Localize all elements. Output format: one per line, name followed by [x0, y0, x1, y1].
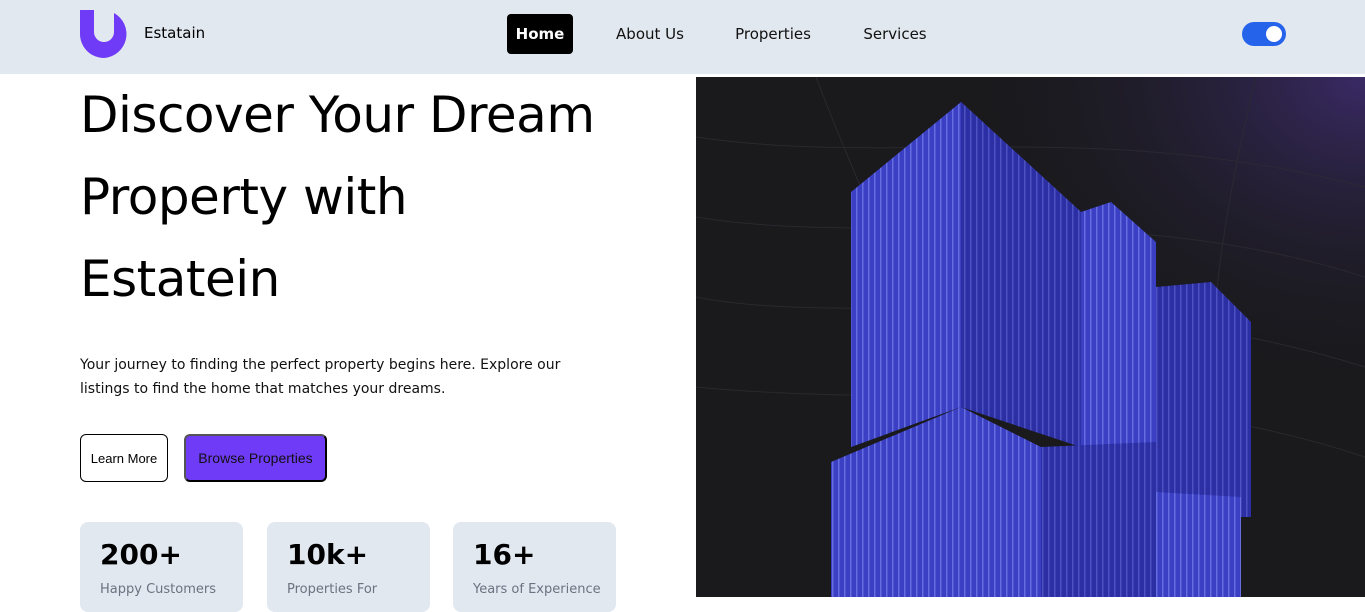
learn-more-button[interactable]: Learn More — [80, 434, 168, 482]
nav-properties[interactable]: Properties — [730, 14, 816, 54]
hero-subtitle-line: listings to find the home that matches y… — [80, 381, 446, 397]
toggle-switch-icon — [1266, 26, 1282, 42]
building-illustration — [696, 77, 1365, 597]
building-image — [696, 77, 1365, 597]
stat-card: 200+ Happy Customers — [80, 522, 243, 612]
hero-title-line: Estatein — [80, 250, 280, 308]
nav-services[interactable]: Services — [858, 14, 932, 54]
hero-title-line: Discover Your Dream — [80, 86, 595, 144]
nav-about-us[interactable]: About Us — [610, 14, 690, 54]
stat-value: 10k+ — [287, 538, 369, 571]
hero-subtitle-line: Your journey to finding the perfect prop… — [80, 357, 561, 373]
browse-properties-button[interactable]: Browse Properties — [184, 434, 327, 482]
theme-toggle[interactable] — [1242, 22, 1286, 46]
stat-card: 16+ Years of Experience — [453, 522, 616, 612]
stat-label: Years of Experience — [473, 582, 601, 597]
stat-label: Properties For — [287, 582, 378, 597]
stat-value: 200+ — [100, 538, 182, 571]
stat-value: 16+ — [473, 538, 536, 571]
stat-label: Happy Customers — [100, 582, 216, 597]
stat-card: 10k+ Properties For — [267, 522, 430, 612]
hero-title-line: Property with — [80, 168, 408, 226]
hero-title: Discover Your Dream Property with Estate… — [80, 74, 680, 320]
hero-subtitle: Your journey to finding the perfect prop… — [80, 353, 580, 401]
brand-name[interactable]: Estatain — [144, 24, 205, 42]
navbar: Estatain Home About Us Properties Servic… — [0, 0, 1365, 74]
nav-home[interactable]: Home — [507, 14, 573, 54]
estatain-logo-icon[interactable] — [80, 10, 128, 58]
